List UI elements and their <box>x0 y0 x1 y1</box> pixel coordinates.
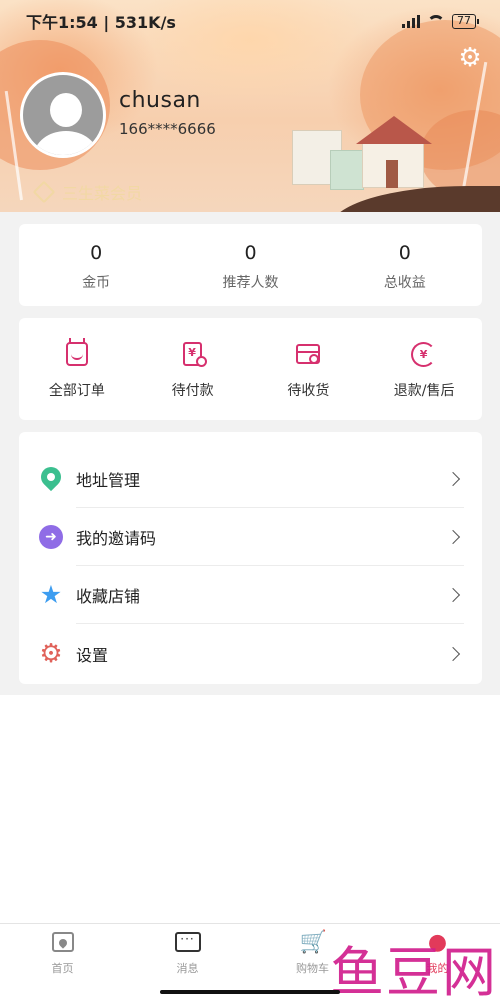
tab-home[interactable]: 首页 <box>0 924 125 1000</box>
menu-item-invite-code[interactable]: ➜ 我的邀请码 <box>19 508 482 566</box>
tab-label: 消息 <box>176 962 199 975</box>
header-house-decoration <box>330 150 364 190</box>
menu-item-label: 设置 <box>76 646 109 665</box>
pending-receipt-icon <box>294 342 322 368</box>
order-label: 全部订单 <box>48 383 105 399</box>
star-icon: ★ <box>39 580 63 609</box>
menu-item-favorite-shops[interactable]: ★ 收藏店铺 <box>19 566 482 624</box>
order-pending-payment-button[interactable]: ¥ 待付款 <box>135 318 251 420</box>
order-label: 待收货 <box>287 383 330 399</box>
tab-messages[interactable]: ··· 消息 <box>125 924 250 1000</box>
stat-value: 0 <box>244 242 257 264</box>
battery-icon: 77 <box>452 13 479 29</box>
share-icon: ➜ <box>39 525 63 549</box>
stat-value: 0 <box>90 242 103 264</box>
home-icon <box>50 932 76 954</box>
chevron-right-icon <box>445 587 461 603</box>
message-icon: ··· <box>174 932 201 954</box>
pending-payment-icon: ¥ <box>179 342 207 368</box>
order-pending-receipt-button[interactable]: 待收货 <box>251 318 367 420</box>
menu-item-label: 我的邀请码 <box>76 529 157 548</box>
stat-referrals[interactable]: 0 推荐人数 <box>173 224 327 306</box>
menu-item-settings[interactable]: ⚙ 设置 <box>19 625 482 683</box>
menu-item-label: 收藏店铺 <box>76 587 141 606</box>
status-time-speed: 下午1:54 | 531K/s <box>26 13 176 32</box>
stat-label: 金币 <box>82 275 111 291</box>
header-door-decoration <box>386 160 398 188</box>
membership-badge[interactable]: 三生菜会员 <box>32 180 143 204</box>
stat-total-earnings[interactable]: 0 总收益 <box>328 224 482 306</box>
wifi-icon <box>427 15 445 27</box>
username: chusan <box>119 88 201 113</box>
menu-card: 地址管理 ➜ 我的邀请码 ★ 收藏店铺 ⚙ 设置 <box>19 432 482 684</box>
location-pin-icon <box>36 462 66 492</box>
settings-gear-icon[interactable]: ⚙ <box>456 44 484 72</box>
order-label: 待付款 <box>171 383 214 399</box>
chevron-right-icon <box>445 471 461 487</box>
stat-label: 总收益 <box>383 275 426 291</box>
header-roof-decoration <box>356 116 432 144</box>
gear-icon: ⚙ <box>39 639 63 669</box>
stat-value: 0 <box>398 242 411 264</box>
status-icons: 77 <box>402 13 479 29</box>
all-orders-icon <box>63 338 91 368</box>
watermark-logo: 鱼豆网 <box>330 941 498 1000</box>
tab-label: 首页 <box>51 962 74 975</box>
stats-card: 0 金币 0 推荐人数 0 总收益 <box>19 224 482 306</box>
order-refund-button[interactable]: ¥ 退款/售后 <box>366 318 482 420</box>
stat-label: 推荐人数 <box>222 275 279 291</box>
status-bar: 下午1:54 | 531K/s 77 <box>0 8 500 34</box>
avatar[interactable] <box>20 72 106 158</box>
order-all-button[interactable]: 全部订单 <box>19 318 135 420</box>
membership-label: 三生菜会员 <box>62 184 143 203</box>
refund-icon: ¥ <box>410 342 438 368</box>
chevron-right-icon <box>445 529 461 545</box>
diamond-icon <box>32 180 56 204</box>
phone-number: 166****6666 <box>119 120 216 138</box>
orders-card: 全部订单 ¥ 待付款 待收货 ¥ 退款/售后 <box>19 318 482 420</box>
menu-item-address[interactable]: 地址管理 <box>19 450 482 508</box>
signal-icon <box>402 14 420 28</box>
stat-coins[interactable]: 0 金币 <box>19 224 173 306</box>
divider <box>76 623 464 624</box>
home-indicator[interactable] <box>160 990 340 994</box>
chevron-right-icon <box>445 646 461 662</box>
cart-icon: 🛒 <box>299 930 327 955</box>
order-label: 退款/售后 <box>393 383 455 399</box>
menu-item-label: 地址管理 <box>76 471 141 490</box>
